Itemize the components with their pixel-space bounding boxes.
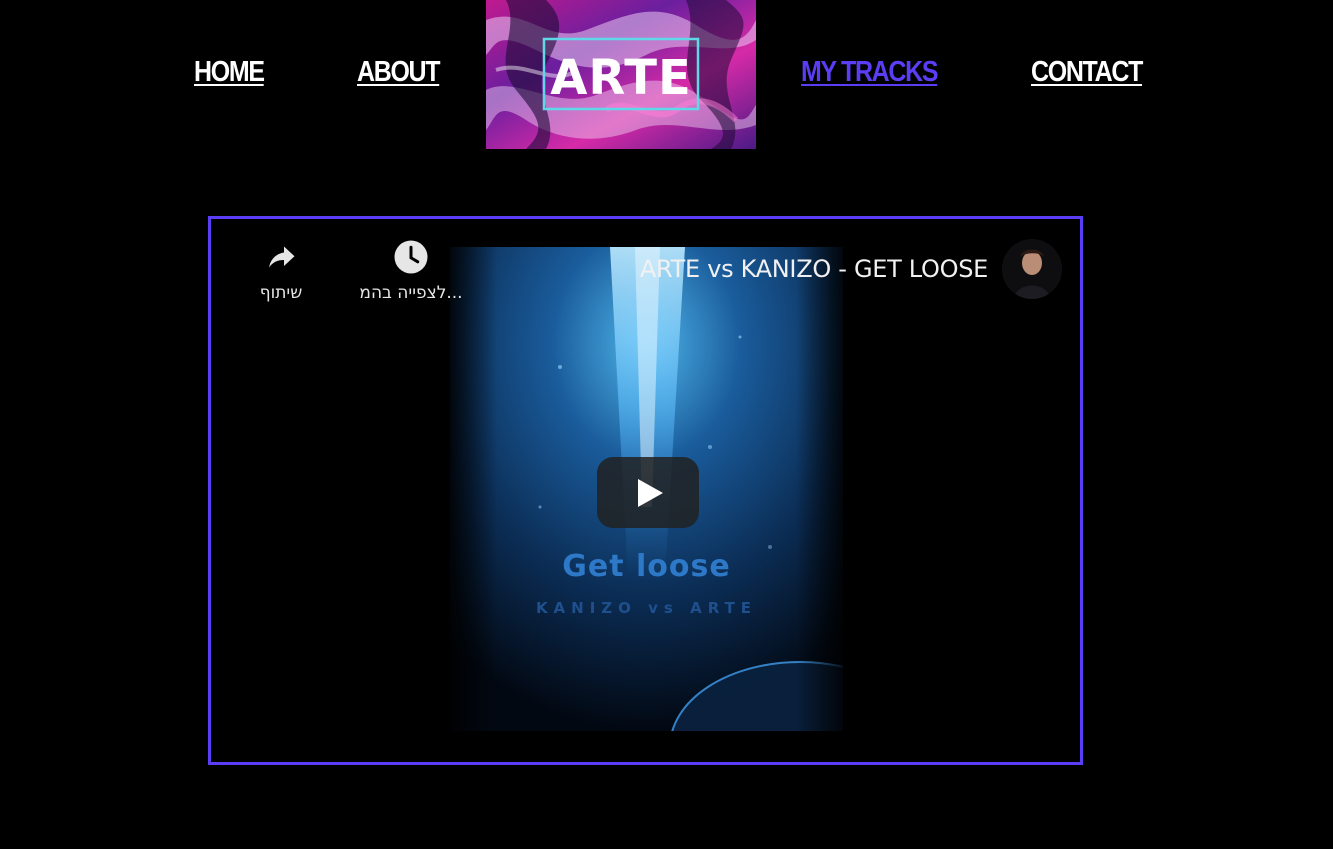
video-title[interactable]: ARTE vs KANIZO - GET LOOSE	[640, 255, 988, 283]
nav-home[interactable]: HOME	[194, 56, 265, 89]
play-icon	[597, 457, 699, 528]
nav-my-tracks[interactable]: MY TRACKS	[801, 56, 938, 89]
clock-icon	[394, 240, 428, 274]
watch-later-label: לצפייה בהמ...	[359, 283, 463, 303]
play-button[interactable]	[597, 457, 699, 528]
share-icon	[269, 246, 295, 268]
video-embed[interactable]: Get loose KANIZO vs ARTE שיתוף לצפייה בה…	[208, 216, 1083, 765]
site-logo[interactable]: ARTE	[486, 0, 756, 149]
share-label: שיתוף	[259, 283, 303, 303]
nav-contact[interactable]: CONTACT	[1031, 56, 1143, 89]
thumbnail-title: Get loose	[562, 549, 731, 584]
nav-about[interactable]: ABOUT	[357, 56, 441, 89]
logo-text: ARTE	[550, 50, 691, 106]
share-button[interactable]: שיתוף	[253, 239, 309, 303]
channel-avatar[interactable]	[1002, 239, 1062, 299]
site-header: HOME ABOUT ARTE MY TRACKS CONTACT	[0, 0, 1333, 150]
thumbnail-subtitle: KANIZO vs ARTE	[535, 599, 758, 617]
watch-later-button[interactable]: לצפייה בהמ...	[351, 239, 471, 303]
